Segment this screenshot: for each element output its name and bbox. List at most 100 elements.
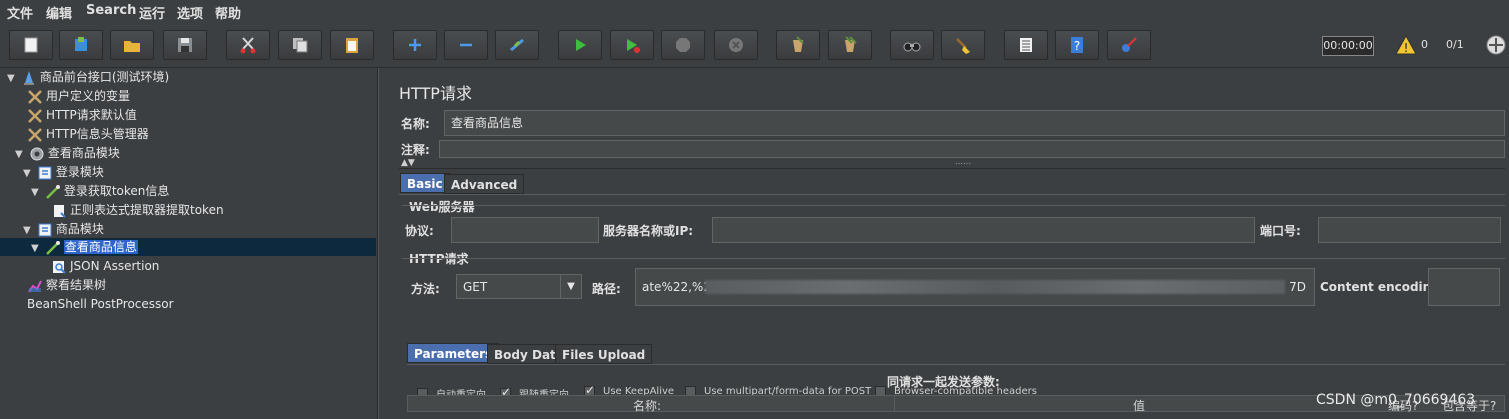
expand-toggle-icon[interactable]: ▼	[23, 165, 33, 183]
remote-button[interactable]	[1107, 30, 1151, 60]
tree-item-login-module[interactable]: ▼ 登录模块	[23, 163, 104, 181]
tree-item-beanshell[interactable]: BeanShell PostProcessor	[27, 295, 174, 313]
svg-text:?: ?	[1074, 39, 1080, 53]
start-no-pauses-button[interactable]	[610, 30, 654, 60]
config-element-icon	[28, 89, 42, 104]
menu-search[interactable]: Search	[86, 3, 136, 18]
stop-icon	[676, 38, 690, 52]
expand-toggle-icon[interactable]: ▼	[31, 240, 41, 258]
divider	[399, 168, 1505, 169]
server-label: 服务器名称或IP:	[603, 224, 694, 238]
comment-field[interactable]	[439, 140, 1505, 158]
save-button[interactable]	[163, 30, 207, 60]
divider-grip-icon[interactable]: ⋯⋯	[955, 159, 971, 168]
expand-all-button[interactable]	[393, 30, 437, 60]
tree-item-user-vars[interactable]: 用户定义的变量	[27, 87, 130, 105]
new-icon	[24, 37, 38, 53]
method-value: GET	[463, 280, 488, 294]
comment-label: 注释:	[401, 143, 430, 157]
method-label: 方法:	[411, 282, 440, 296]
open-button[interactable]	[110, 30, 154, 60]
controller-icon	[38, 223, 52, 236]
tree-item-header-manager[interactable]: HTTP信息头管理器	[27, 125, 149, 143]
expand-toggle-icon[interactable]: ▼	[15, 146, 25, 164]
extractor-icon	[54, 204, 66, 218]
clear-button[interactable]	[776, 30, 820, 60]
column-name[interactable]: 名称:	[633, 397, 661, 414]
clear-icon	[793, 36, 804, 52]
clear-all-icon	[845, 36, 857, 52]
toggle-button[interactable]	[495, 30, 539, 60]
menu-options[interactable]: 选项	[177, 3, 203, 22]
start-icon	[576, 39, 586, 51]
tree-item-product-module[interactable]: ▼ 商品模块	[23, 220, 104, 238]
tab-advanced[interactable]: Advanced	[444, 174, 525, 194]
help-button[interactable]: ?	[1055, 30, 1099, 60]
tab-basic[interactable]: Basic	[400, 173, 450, 193]
toolbar: ? 00:00:00 ! 0 0/1	[0, 22, 1509, 68]
content-encoding-label: Content encoding:	[1320, 280, 1445, 294]
start-no-pause-icon	[627, 39, 640, 53]
help-icon: ?	[1071, 37, 1083, 53]
save-icon	[178, 38, 192, 52]
tab-parameters[interactable]: Parameters	[407, 343, 500, 363]
tree-item-login-sampler[interactable]: ▼ 登录获取token信息	[31, 182, 169, 200]
stop-button[interactable]	[661, 30, 705, 60]
reset-search-button[interactable]	[941, 30, 985, 60]
content-encoding-field[interactable]	[1428, 268, 1500, 306]
warning-icon[interactable]: !	[1395, 35, 1417, 55]
tree-item-json-assertion[interactable]: JSON Assertion	[51, 257, 159, 275]
clear-all-button[interactable]	[828, 30, 872, 60]
collapse-all-button[interactable]	[444, 30, 488, 60]
column-divider	[894, 396, 895, 411]
method-select[interactable]: GET ▼	[456, 274, 582, 299]
menu-help[interactable]: 帮助	[215, 3, 241, 22]
remote-status-icon[interactable]	[1485, 34, 1507, 56]
path-label: 路径:	[592, 282, 621, 296]
copy-icon	[293, 38, 308, 53]
config-element-icon	[28, 108, 42, 123]
tree-item-view-product[interactable]: ▼ 查看商品信息	[0, 238, 376, 256]
paste-button[interactable]	[330, 30, 374, 60]
server-field[interactable]	[712, 217, 1255, 243]
start-button[interactable]	[558, 30, 602, 60]
name-label: 名称:	[401, 117, 430, 131]
protocol-field[interactable]	[451, 217, 599, 243]
collapse-arrows-icon[interactable]: ▲▼	[401, 158, 415, 168]
menu-file[interactable]: 文件	[7, 3, 33, 22]
expand-toggle-icon[interactable]: ▼	[31, 184, 41, 202]
http-request-panel: HTTP请求 名称: 查看商品信息 注释: ▲▼ ⋯⋯ Basic Advanc…	[387, 68, 1509, 419]
collapse-icon	[460, 43, 472, 47]
watermark: CSDN @m0_70669463	[1316, 392, 1476, 408]
templates-icon	[75, 37, 87, 51]
thread-group-icon	[30, 147, 44, 160]
expand-icon	[409, 39, 421, 51]
shutdown-button[interactable]	[714, 30, 758, 60]
toggle-icon	[510, 38, 524, 52]
function-helper-button[interactable]	[1004, 30, 1048, 60]
menu-edit[interactable]: 编辑	[46, 3, 72, 22]
tree-item-results-tree[interactable]: 察看结果树	[27, 276, 106, 294]
tree-item-http-defaults[interactable]: HTTP请求默认值	[27, 106, 137, 124]
tree-item-thread-group[interactable]: ▼ 查看商品模块	[15, 144, 120, 162]
cut-button[interactable]	[226, 30, 270, 60]
menu-run[interactable]: 运行	[139, 3, 165, 22]
expand-toggle-icon[interactable]: ▼	[7, 70, 17, 88]
port-field[interactable]	[1318, 217, 1501, 243]
search-button[interactable]	[890, 30, 934, 60]
test-plan-icon	[23, 70, 34, 85]
assertion-icon	[53, 260, 66, 274]
tree-item-test-plan[interactable]: ▼ 商品前台接口(测试环境)	[7, 68, 169, 86]
panel-title: HTTP请求	[399, 84, 472, 103]
warning-count: 0	[1421, 38, 1428, 51]
path-value-start: ate%22,%2	[642, 280, 711, 294]
tab-files-upload[interactable]: Files Upload	[555, 344, 653, 364]
copy-button[interactable]	[278, 30, 322, 60]
tree-item-regex-extractor[interactable]: 正则表达式提取器提取token	[51, 201, 224, 219]
name-field[interactable]: 查看商品信息	[444, 110, 1505, 136]
new-button[interactable]	[9, 30, 53, 60]
templates-button[interactable]	[59, 30, 103, 60]
column-value[interactable]: 值	[1133, 397, 1145, 414]
chevron-down-icon[interactable]: ▼	[560, 275, 581, 298]
tree-splitter[interactable]	[378, 68, 386, 419]
